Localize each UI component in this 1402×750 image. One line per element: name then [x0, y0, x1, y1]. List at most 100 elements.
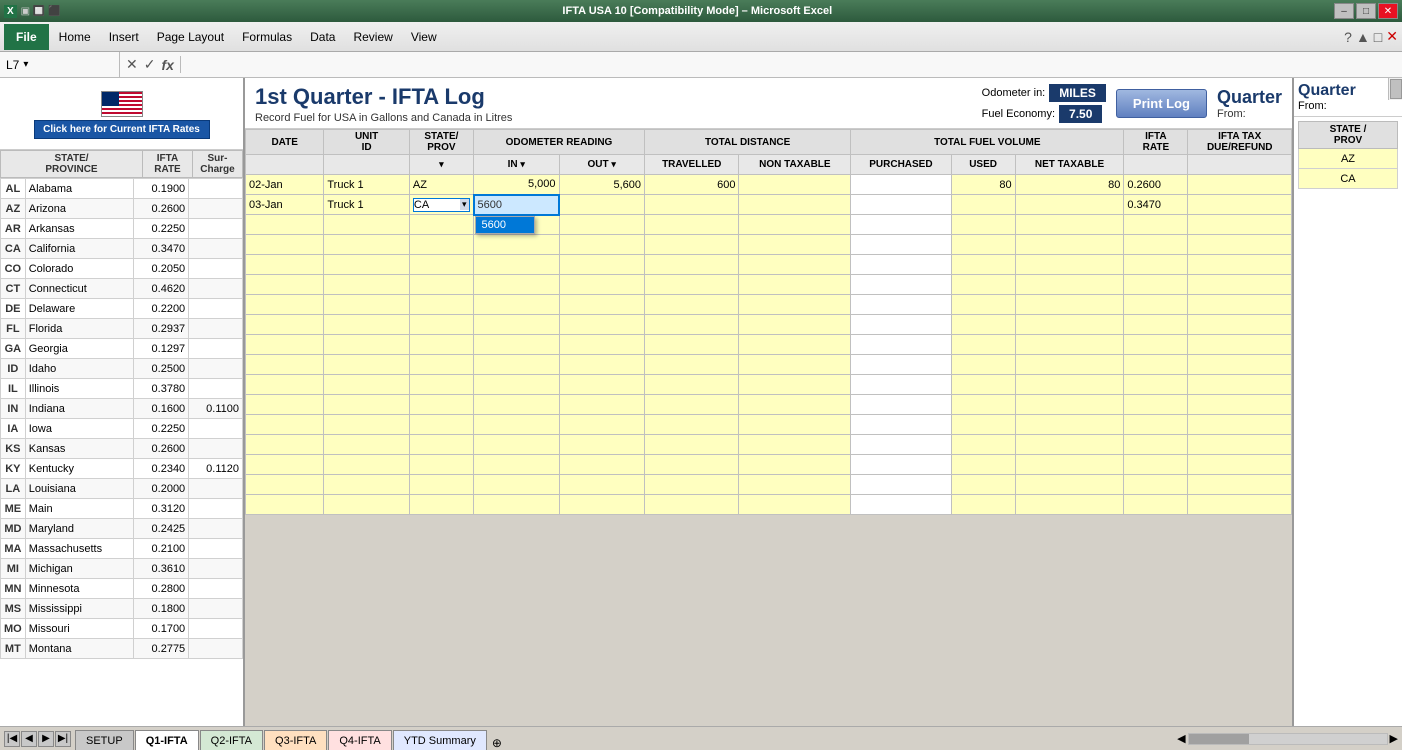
- print-log-button[interactable]: Print Log: [1116, 89, 1207, 118]
- log-purchased-cell[interactable]: [851, 175, 951, 195]
- state-abbr-cell: FL: [1, 319, 26, 339]
- ifta-tax-header: IFTA TAXDUE/REFUND: [1188, 130, 1292, 155]
- log-non-taxable-cell[interactable]: [739, 195, 851, 215]
- menu-right-icons: ? ▲ □ ✕: [1344, 28, 1398, 45]
- states-scroll-area[interactable]: AL Alabama 0.1900 AZ Arizona 0.2600 AR A…: [0, 178, 243, 726]
- home-menu[interactable]: Home: [51, 24, 99, 50]
- state-abbr-cell: MD: [1, 519, 26, 539]
- state-surcharge-cell: [189, 239, 243, 259]
- state-abbr-cell: MN: [1, 579, 26, 599]
- state-list-item: CT Connecticut 0.4620: [1, 279, 243, 299]
- right-scrollbar[interactable]: [1388, 78, 1402, 100]
- log-date-cell[interactable]: 03-Jan: [246, 195, 324, 215]
- log-unit-cell[interactable]: Truck 1: [324, 195, 410, 215]
- state-rate-cell: 0.2800: [134, 579, 189, 599]
- insert-menu[interactable]: Insert: [101, 24, 147, 50]
- insert-function-icon[interactable]: fx: [159, 57, 175, 73]
- log-odo-out-cell[interactable]: [559, 195, 645, 215]
- restore-icon[interactable]: □: [1374, 29, 1382, 45]
- log-used-cell[interactable]: 80: [951, 175, 1015, 195]
- empty-log-row: [246, 475, 1292, 495]
- state-name-cell: Kansas: [25, 439, 134, 459]
- odo-in-dropdown[interactable]: 5600: [475, 216, 535, 234]
- fuel-economy-value: 7.50: [1059, 105, 1102, 123]
- scroll-left-icon[interactable]: ◀: [1177, 732, 1185, 745]
- setup-tab[interactable]: SETUP: [75, 730, 134, 750]
- cancel-formula-icon[interactable]: ✕: [124, 56, 140, 73]
- next-sheet-button[interactable]: ▶: [38, 731, 54, 747]
- ytd-summary-tab[interactable]: YTD Summary: [393, 730, 487, 750]
- right-from-label: From:: [1298, 100, 1398, 112]
- scroll-right-icon[interactable]: ▶: [1390, 732, 1398, 745]
- help-icon[interactable]: ?: [1344, 29, 1352, 45]
- state-list-item: MI Michigan 0.3610: [1, 559, 243, 579]
- log-container[interactable]: DATE UNITID STATE/PROV ODOMETER READING …: [245, 129, 1292, 726]
- log-net-taxable-cell[interactable]: [1015, 195, 1124, 215]
- log-travelled-cell[interactable]: [645, 195, 739, 215]
- window-controls[interactable]: – □ ✕: [1334, 3, 1398, 19]
- q3-ifta-tab[interactable]: Q3-IFTA: [264, 730, 327, 750]
- scroll-thumb[interactable]: [1390, 79, 1402, 99]
- prev-sheet-button[interactable]: ◀: [21, 731, 37, 747]
- minimize-ribbon-icon[interactable]: ▲: [1356, 29, 1370, 45]
- last-sheet-button[interactable]: ▶|: [55, 731, 71, 747]
- q1-ifta-tab[interactable]: Q1-IFTA: [135, 730, 199, 750]
- data-menu[interactable]: Data: [302, 24, 343, 50]
- state-abbr-cell: IA: [1, 419, 26, 439]
- state-abbr-cell: AZ: [1, 199, 26, 219]
- cell-ref-dropdown-icon[interactable]: ▾: [23, 59, 28, 70]
- q2-ifta-tab[interactable]: Q2-IFTA: [200, 730, 263, 750]
- state-list-item: MO Missouri 0.1700: [1, 619, 243, 639]
- quarter-subtitle: Record Fuel for USA in Gallons and Canad…: [255, 112, 982, 124]
- q4-ifta-tab[interactable]: Q4-IFTA: [328, 730, 391, 750]
- page-layout-menu[interactable]: Page Layout: [149, 24, 232, 50]
- state-name-cell: Louisiana: [25, 479, 134, 499]
- formula-input[interactable]: [181, 63, 1402, 67]
- odometer-value: MILES: [1049, 84, 1106, 102]
- view-menu[interactable]: View: [403, 24, 445, 50]
- formulas-menu[interactable]: Formulas: [234, 24, 300, 50]
- log-ifta-rate-cell[interactable]: 0.3470: [1124, 195, 1188, 215]
- log-non-taxable-cell[interactable]: [739, 175, 851, 195]
- minimize-button[interactable]: –: [1334, 3, 1354, 19]
- sheet-tabs[interactable]: SETUP Q1-IFTA Q2-IFTA Q3-IFTA Q4-IFTA YT…: [75, 727, 506, 750]
- first-sheet-button[interactable]: |◀: [4, 731, 20, 747]
- log-odo-in-cell-typing[interactable]: 5600 5600: [474, 195, 560, 215]
- log-state-cell[interactable]: AZ: [409, 175, 473, 195]
- close-button[interactable]: ✕: [1378, 3, 1398, 19]
- ifta-rates-link-button[interactable]: Click here for Current IFTA Rates: [34, 120, 210, 139]
- state-name-cell: Arizona: [25, 199, 134, 219]
- log-state-cell[interactable]: CA ▾: [409, 195, 473, 215]
- right-states-table: STATE /PROV AZ CA: [1298, 121, 1398, 189]
- review-menu[interactable]: Review: [345, 24, 400, 50]
- state-rate-cell: 0.2250: [134, 219, 189, 239]
- h-scroll-thumb[interactable]: [1189, 734, 1249, 744]
- log-ifta-rate-cell[interactable]: 0.2600: [1124, 175, 1188, 195]
- log-odo-in-cell[interactable]: 5,000: [474, 175, 560, 195]
- horizontal-scroll[interactable]: ◀ ▶: [1173, 732, 1402, 745]
- cell-reference-box[interactable]: L7 ▾: [0, 52, 120, 77]
- state-abbr-cell: CT: [1, 279, 26, 299]
- log-date-cell[interactable]: 02-Jan: [246, 175, 324, 195]
- state-surcharge-cell: [189, 299, 243, 319]
- log-used-cell[interactable]: [951, 195, 1015, 215]
- sheet-navigation[interactable]: |◀ ◀ ▶ ▶|: [0, 731, 75, 747]
- horizontal-scrollbar[interactable]: [1188, 733, 1388, 745]
- log-travelled-cell[interactable]: 600: [645, 175, 739, 195]
- state-list-item: MA Massachusetts 0.2100: [1, 539, 243, 559]
- new-sheet-icon[interactable]: ⊕: [488, 736, 506, 750]
- unit-header: UNITID: [324, 130, 410, 155]
- maximize-button[interactable]: □: [1356, 3, 1376, 19]
- file-menu[interactable]: File: [4, 24, 49, 50]
- log-odo-out-cell[interactable]: 5,600: [559, 175, 645, 195]
- log-net-taxable-cell[interactable]: 80: [1015, 175, 1124, 195]
- close-excel-icon[interactable]: ✕: [1386, 28, 1398, 45]
- left-states-panel: Click here for Current IFTA Rates STATE/…: [0, 78, 245, 726]
- state-name-cell: Arkansas: [25, 219, 134, 239]
- right-state-row: AZ: [1299, 149, 1398, 169]
- log-ifta-tax-cell[interactable]: [1188, 175, 1292, 195]
- log-purchased-cell[interactable]: [851, 195, 951, 215]
- confirm-formula-icon[interactable]: ✓: [142, 56, 158, 73]
- log-ifta-tax-cell[interactable]: [1188, 195, 1292, 215]
- log-unit-cell[interactable]: Truck 1: [324, 175, 410, 195]
